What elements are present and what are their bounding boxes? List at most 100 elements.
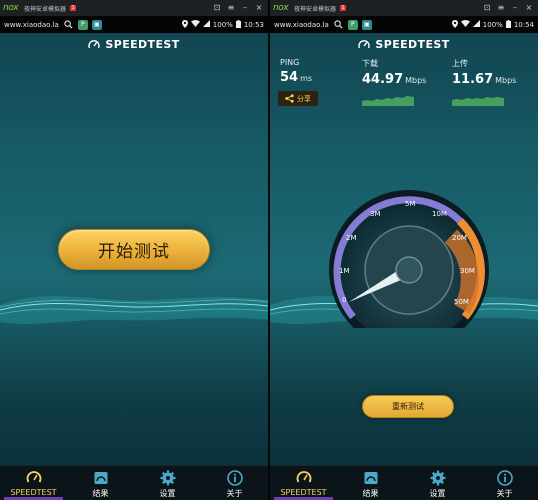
status-url: www.xiaodao.la [274, 20, 329, 29]
tick-10m: 10M [432, 210, 447, 218]
start-test-button[interactable]: 开始测试 [58, 229, 210, 270]
share-icon [285, 94, 294, 103]
nav-label-results: 结果 [92, 489, 109, 498]
minimize-icon[interactable]: – [240, 3, 250, 13]
close-icon[interactable]: × [254, 3, 264, 13]
phone-screen-results: nox 夜神安卓模拟器 1 ⊡ ≡ – × www.xiaodao.la P ▣… [270, 0, 538, 500]
bottom-navigation: SPEEDTEST 结果 设置 关于 [270, 465, 538, 500]
share-button[interactable]: 分享 [278, 91, 318, 106]
tick-2m: 2M [346, 234, 357, 242]
upload-value-row: 11.67 Mbps [452, 72, 516, 87]
info-icon [496, 470, 513, 486]
emulator-title: 夜神安卓模拟器 [24, 5, 67, 13]
bottom-navigation: SPEEDTEST 结果 设置 关于 [0, 465, 268, 500]
close-icon[interactable]: × [524, 3, 534, 13]
wifi-icon [460, 20, 470, 29]
download-unit: Mbps [405, 76, 427, 85]
download-value-row: 44.97 Mbps [362, 72, 426, 87]
share-label: 分享 [297, 94, 311, 103]
status-right: 100% 10:54 [451, 16, 534, 33]
nox-logo: nox [273, 3, 289, 13]
nav-settings[interactable]: 设置 [134, 466, 201, 500]
gauge-center-cap [395, 256, 423, 284]
battery-level: 100% [212, 20, 233, 29]
wifi-icon [190, 20, 200, 29]
upload-sparkline [452, 97, 504, 106]
app-icon-image: ▣ [361, 19, 372, 30]
results-icon [94, 472, 107, 484]
tick-0: 0 [342, 296, 346, 304]
nav-speedtest[interactable]: SPEEDTEST [0, 466, 67, 500]
tick-20m: 20M [452, 234, 467, 242]
download-value: 44.97 [362, 72, 404, 87]
nav-about[interactable]: 关于 [471, 466, 538, 500]
location-icon [181, 19, 188, 30]
app-icon-p: P [347, 19, 358, 30]
app-title: SPEEDTEST [375, 38, 450, 51]
tick-30m: 30M [460, 267, 475, 275]
upload-stat: 上传 11.67 Mbps [452, 58, 516, 87]
ping-value-row: 54 ms [280, 70, 312, 85]
minimize-icon[interactable]: – [510, 3, 520, 13]
android-status-bar: www.xiaodao.la P ▣ 100% 10:54 [270, 16, 538, 33]
search-icon [64, 20, 74, 30]
info-icon [226, 470, 243, 486]
battery-icon [505, 19, 511, 30]
ping-stat: PING 54 ms [280, 58, 312, 85]
nav-results[interactable]: 结果 [337, 466, 404, 500]
nav-label-speedtest: SPEEDTEST [280, 488, 327, 497]
retest-button[interactable]: 重新测试 [362, 395, 454, 418]
speedtest-logo-icon [88, 39, 101, 48]
download-label: 下载 [362, 59, 378, 68]
nav-results[interactable]: 结果 [67, 466, 134, 500]
signal-icon [472, 20, 480, 29]
status-time: 10:53 [243, 20, 264, 29]
nav-label-settings: 设置 [159, 489, 176, 498]
notification-badge: 1 [70, 5, 77, 11]
signal-icon [202, 20, 210, 29]
nav-speedtest[interactable]: SPEEDTEST [270, 466, 337, 500]
menu-icon[interactable]: ≡ [496, 3, 506, 13]
ping-value: 54 [280, 70, 299, 85]
gear-icon [430, 470, 445, 486]
app-title: SPEEDTEST [105, 38, 180, 51]
upload-label: 上传 [452, 59, 468, 68]
nav-about[interactable]: 关于 [201, 466, 268, 500]
upload-value: 11.67 [452, 72, 494, 87]
menu-icon[interactable]: ≡ [226, 3, 236, 13]
nav-label-results: 结果 [362, 489, 379, 498]
nav-settings[interactable]: 设置 [404, 466, 471, 500]
nox-logo: nox [3, 3, 19, 13]
wave-decoration [0, 296, 268, 324]
app-icon-image: ▣ [91, 19, 102, 30]
speedtest-logo-icon [358, 39, 371, 48]
android-status-bar: www.xiaodao.la P ▣ 100% 10:53 [0, 16, 268, 33]
nav-label-speedtest: SPEEDTEST [10, 488, 57, 497]
app-header: SPEEDTEST [270, 38, 538, 51]
app-header: SPEEDTEST [0, 38, 268, 51]
upload-unit: Mbps [495, 76, 517, 85]
download-stat: 下载 44.97 Mbps [362, 58, 426, 87]
nav-label-settings: 设置 [429, 489, 446, 498]
emulator-title-bar: nox 夜神安卓模拟器 1 ⊡ ≡ – × [0, 0, 268, 16]
status-url: www.xiaodao.la [4, 20, 59, 29]
nav-label-about: 关于 [226, 489, 243, 498]
pin-icon[interactable]: ⊡ [482, 3, 492, 13]
speed-gauge: 0 1M 2M 3M 5M 10M 20M 30M 50M [329, 190, 489, 328]
tick-1m: 1M [339, 267, 350, 275]
tick-5m: 5M [405, 200, 416, 208]
emulator-title: 夜神安卓模拟器 [294, 5, 337, 13]
pin-icon[interactable]: ⊡ [212, 3, 222, 13]
notification-badge: 1 [340, 5, 347, 11]
download-sparkline [362, 96, 414, 106]
nav-label-about: 关于 [496, 489, 513, 498]
status-time: 10:54 [513, 20, 534, 29]
speedometer-icon [26, 471, 41, 483]
search-icon [334, 20, 344, 30]
emulator-title-bar: nox 夜神安卓模拟器 1 ⊡ ≡ – × [270, 0, 538, 16]
speedometer-icon [296, 471, 311, 483]
ping-unit: ms [300, 74, 313, 83]
battery-level: 100% [482, 20, 503, 29]
gear-icon [160, 470, 175, 486]
tick-50m: 50M [454, 298, 469, 306]
